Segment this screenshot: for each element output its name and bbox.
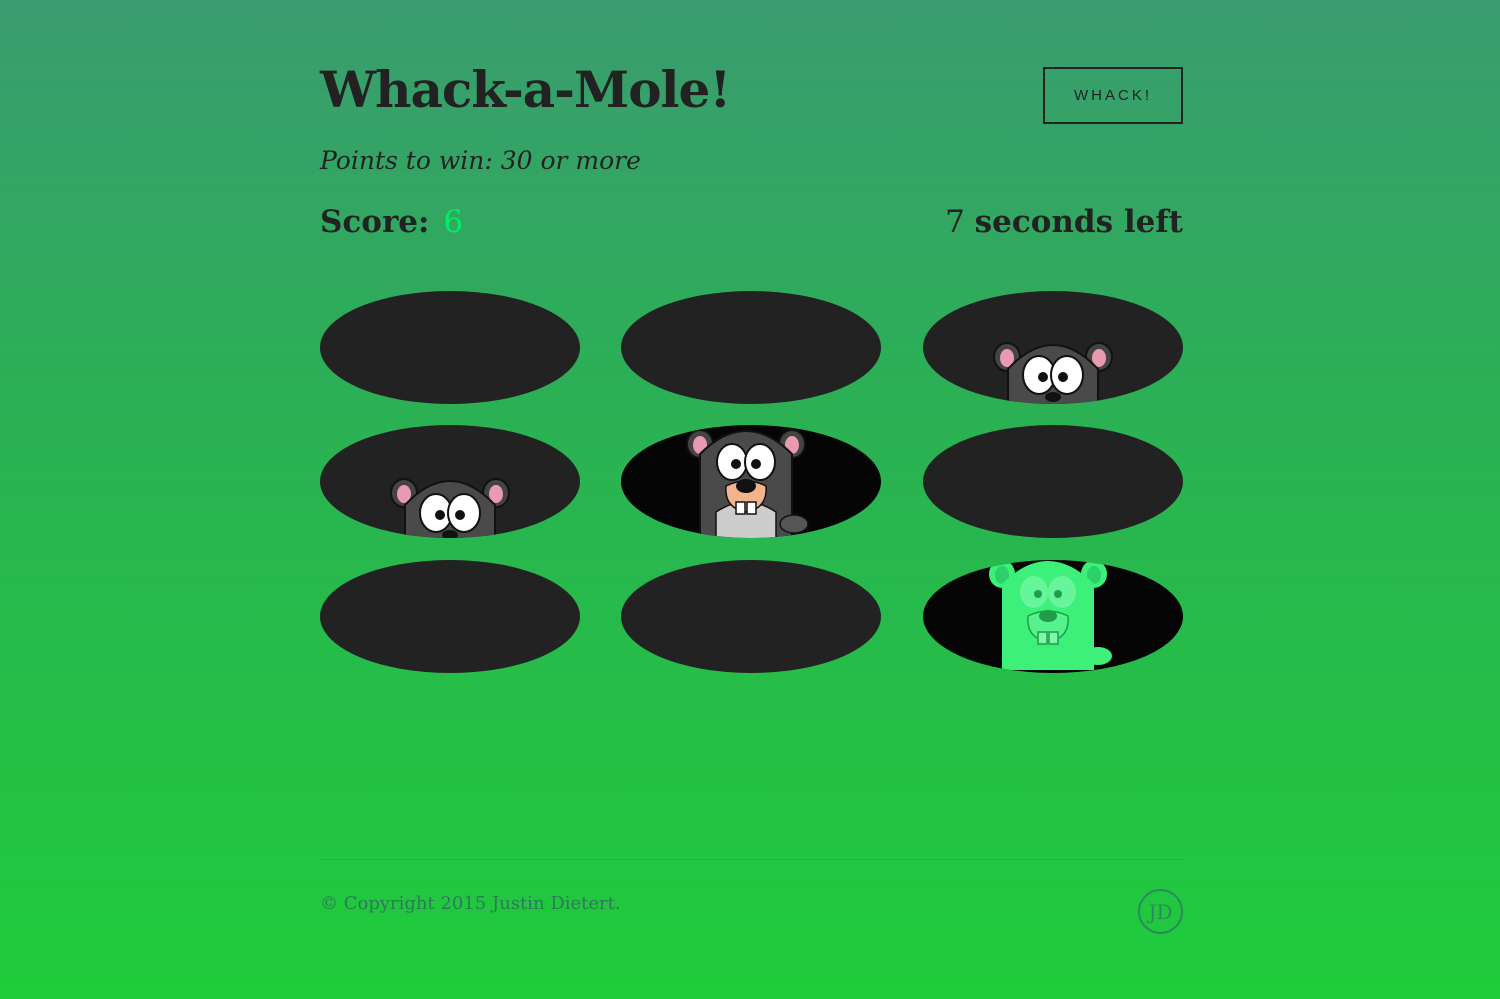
hole-7[interactable]	[320, 560, 580, 673]
hole-9[interactable]	[923, 560, 1183, 673]
footer-divider	[320, 859, 1183, 860]
hole-6[interactable]	[923, 425, 1183, 538]
hole-4[interactable]	[320, 425, 580, 538]
hole-8[interactable]	[621, 560, 881, 673]
points-to-win: Points to win: 30 or more	[320, 146, 641, 175]
score-value: 6	[443, 204, 464, 240]
hole-3[interactable]	[923, 291, 1183, 404]
whack-button[interactable]: WHACK!	[1043, 67, 1183, 124]
mole-up-icon[interactable]	[676, 425, 826, 538]
hole-2[interactable]	[621, 291, 881, 404]
hole-1[interactable]	[320, 291, 580, 404]
seconds-value: 7	[945, 204, 965, 240]
mole-peeking-icon[interactable]	[380, 465, 520, 538]
timer: 7 seconds left	[945, 204, 1183, 240]
copyright-text: © Copyright 2015 Justin Dietert.	[320, 893, 621, 914]
score: Score: 6	[320, 204, 463, 240]
jd-logo-icon[interactable]: JD	[1138, 889, 1183, 934]
mole-peeking-icon[interactable]	[983, 329, 1123, 404]
seconds-label: seconds left	[974, 204, 1183, 240]
score-label: Score:	[320, 204, 430, 240]
mole-whacked-icon[interactable]	[978, 560, 1128, 670]
status-row: Score: 6 7 seconds left	[320, 204, 1183, 244]
game-container: Whack-a-Mole! WHACK! Points to win: 30 o…	[320, 0, 1183, 999]
hole-5[interactable]	[621, 425, 881, 538]
page-title: Whack-a-Mole!	[320, 60, 731, 119]
